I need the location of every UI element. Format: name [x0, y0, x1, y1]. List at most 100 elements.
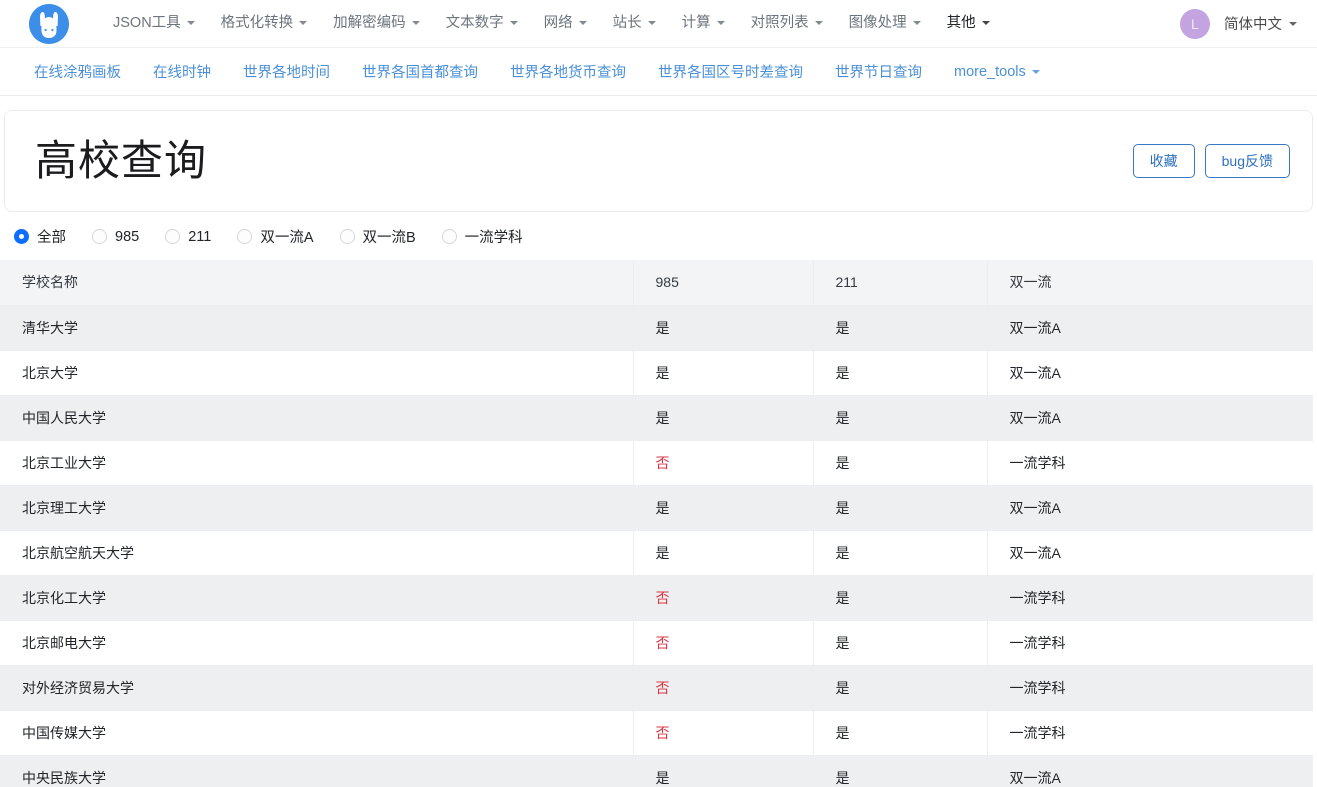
subnav-label: 在线时钟 [153, 65, 211, 81]
nav-item-encrypt-encode[interactable]: 加解密编码 [320, 9, 433, 38]
filter-option-first-class-discipline[interactable]: 一流学科 [441, 226, 523, 247]
filter-option-985[interactable]: 985 [92, 229, 139, 245]
cell-211: 是 [813, 305, 988, 351]
subnav-label: 世界各国区号时差查询 [658, 65, 803, 81]
filter-option-double-first-class-a[interactable]: 双一流A [237, 226, 314, 247]
cell-985: 是 [633, 485, 814, 531]
chevron-down-icon [912, 21, 921, 26]
table-row[interactable]: 中国传媒大学否是一流学科 [0, 710, 1313, 756]
filter-label: 一流学科 [464, 230, 523, 246]
subnav-label: more_tools [954, 63, 1026, 80]
filter-label: 全部 [37, 230, 66, 246]
chevron-down-icon [1031, 69, 1040, 74]
table-row[interactable]: 对外经济贸易大学否是一流学科 [0, 665, 1313, 711]
table-row[interactable]: 清华大学是是双一流A [0, 305, 1313, 351]
radio-icon [92, 229, 107, 244]
cell-211: 是 [813, 395, 988, 441]
cell-985: 否 [633, 620, 814, 666]
cell-double-first-class: 双一流A [987, 485, 1313, 531]
subnav-item-online-clock[interactable]: 在线时钟 [137, 57, 227, 86]
subnav-item-world-time[interactable]: 世界各地时间 [227, 57, 346, 86]
subnav-item-country-codes-timediff[interactable]: 世界各国区号时差查询 [642, 57, 819, 86]
nav-label: JSON工具 [113, 14, 181, 31]
nav-label: 计算 [681, 14, 711, 31]
cell-211: 是 [813, 530, 988, 576]
cell-double-first-class: 一流学科 [987, 710, 1313, 756]
cell-school-name: 北京航空航天大学 [0, 530, 634, 576]
table-row[interactable]: 北京理工大学是是双一流A [0, 485, 1313, 531]
cell-double-first-class: 一流学科 [987, 620, 1313, 666]
filter-label: 双一流A [260, 230, 314, 246]
radio-icon [14, 229, 29, 244]
title-card-actions: 收藏 bug反馈 [1132, 143, 1290, 179]
cell-double-first-class: 一流学科 [987, 440, 1313, 486]
filter-label: 985 [115, 228, 140, 245]
cell-211: 是 [813, 575, 988, 621]
nav-label: 格式化转换 [220, 14, 294, 31]
subnav-item-world-capitals[interactable]: 世界各国首都查询 [346, 57, 494, 86]
page-body: 高校查询 收藏 bug反馈 全部 985 211 双一流A 双一流B 一流学科 … [0, 110, 1317, 787]
site-logo[interactable] [26, 1, 72, 47]
subnav-item-world-currency[interactable]: 世界各地货币查询 [494, 57, 642, 86]
filter-option-double-first-class-b[interactable]: 双一流B [339, 226, 416, 247]
nav-item-network[interactable]: 网络 [531, 9, 600, 38]
nav-label: 加解密编码 [333, 14, 406, 31]
table-row[interactable]: 中国人民大学是是双一流A [0, 395, 1313, 441]
nav-item-webmaster[interactable]: 站长 [600, 9, 669, 38]
radio-icon [339, 229, 355, 244]
language-selector[interactable]: 简体中文 [1224, 13, 1297, 34]
rabbit-logo-icon [29, 3, 69, 44]
subnav-item-doodle-board[interactable]: 在线涂鸦画板 [26, 57, 137, 86]
table-row[interactable]: 北京工业大学否是一流学科 [0, 440, 1313, 486]
nav-item-json-tools[interactable]: JSON工具 [100, 9, 208, 38]
cell-double-first-class: 双一流A [987, 305, 1313, 351]
cell-school-name: 北京邮电大学 [0, 620, 634, 666]
table-row[interactable]: 北京邮电大学否是一流学科 [0, 620, 1313, 666]
filter-option-all[interactable]: 全部 [14, 226, 66, 247]
cell-985: 是 [633, 305, 814, 351]
nav-item-image-processing[interactable]: 图像处理 [836, 9, 934, 38]
cell-985: 是 [633, 755, 814, 787]
university-table-wrapper[interactable]: 学校名称 985 211 双一流 清华大学是是双一流A 北京大学是是双一流A 中国人… [0, 260, 1313, 787]
cell-school-name: 中国人民大学 [0, 395, 634, 441]
filter-option-211[interactable]: 211 [165, 229, 211, 245]
subnav-item-more-tools[interactable]: more_tools [938, 60, 1056, 84]
table-row[interactable]: 北京航空航天大学是是双一流A [0, 530, 1313, 576]
bug-feedback-button[interactable]: bug反馈 [1204, 143, 1290, 179]
favorite-button[interactable]: 收藏 [1132, 143, 1195, 179]
avatar-initial: L [1190, 15, 1200, 32]
cell-school-name: 北京理工大学 [0, 485, 634, 531]
nav-item-comparison-list[interactable]: 对照列表 [738, 9, 836, 38]
cell-211: 是 [813, 440, 988, 486]
cell-school-name: 对外经济贸易大学 [0, 665, 634, 711]
page-title-card: 高校查询 收藏 bug反馈 [4, 110, 1313, 212]
table-header: 学校名称 985 211 双一流 [0, 260, 1313, 306]
language-label: 简体中文 [1224, 17, 1282, 33]
table-row[interactable]: 北京化工大学否是一流学科 [0, 575, 1313, 621]
column-header-211[interactable]: 211 [813, 260, 988, 306]
nav-item-other[interactable]: 其他 [934, 9, 1003, 38]
radio-icon [441, 229, 457, 244]
cell-double-first-class: 双一流A [987, 395, 1313, 441]
nav-item-calculate[interactable]: 计算 [669, 9, 738, 38]
chevron-down-icon [981, 21, 990, 26]
cell-985: 否 [633, 440, 814, 486]
subnav-item-world-holidays[interactable]: 世界节日查询 [819, 57, 938, 86]
cell-double-first-class: 双一流A [987, 530, 1313, 576]
avatar[interactable]: L [1180, 8, 1210, 39]
chevron-down-icon [1289, 21, 1297, 26]
table-row[interactable]: 中央民族大学是是双一流A [0, 755, 1313, 787]
subnav-label: 世界各地时间 [243, 65, 330, 81]
chevron-down-icon [814, 21, 823, 26]
sub-navigation-bar: 在线涂鸦画板 在线时钟 世界各地时间 世界各国首都查询 世界各地货币查询 世界各… [0, 48, 1317, 96]
nav-label: 图像处理 [848, 14, 907, 31]
nav-item-format-convert[interactable]: 格式化转换 [208, 9, 321, 38]
column-header-985[interactable]: 985 [633, 260, 814, 306]
column-header-school-name[interactable]: 学校名称 [0, 260, 634, 306]
nav-item-text-number[interactable]: 文本数字 [433, 9, 531, 38]
table-row[interactable]: 北京大学是是双一流A [0, 350, 1313, 396]
cell-double-first-class: 双一流A [987, 350, 1313, 396]
column-header-double-first-class[interactable]: 双一流 [987, 260, 1313, 306]
university-table: 学校名称 985 211 双一流 清华大学是是双一流A 北京大学是是双一流A 中国人… [0, 260, 1313, 787]
chevron-down-icon [411, 21, 420, 26]
